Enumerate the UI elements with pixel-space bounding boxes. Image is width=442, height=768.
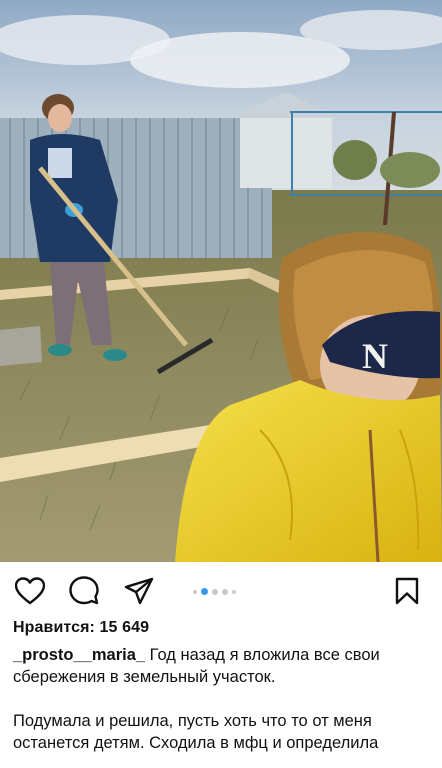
- caption-username[interactable]: _prosto__maria_: [13, 646, 145, 664]
- post-photo[interactable]: N: [0, 0, 442, 562]
- photo-image: N: [0, 0, 442, 562]
- post-caption: _prosto__maria_ Год назад я вложила все …: [13, 644, 429, 754]
- caption-paragraph: Подумала и решила, пусть хоть что то от …: [13, 712, 379, 752]
- comment-icon[interactable]: [69, 576, 99, 606]
- bookmark-icon[interactable]: [392, 576, 422, 606]
- post-action-bar: [0, 562, 442, 616]
- cap-letter: N: [362, 336, 388, 376]
- likes-count[interactable]: Нравится: 15 649: [13, 619, 149, 637]
- carousel-dot: [212, 588, 218, 595]
- carousel-dot: [222, 588, 228, 595]
- carousel-dot-active: [201, 588, 208, 595]
- heart-icon[interactable]: [15, 576, 45, 606]
- carousel-indicator: [193, 588, 236, 595]
- share-icon[interactable]: [124, 576, 154, 606]
- carousel-dot: [232, 589, 236, 594]
- carousel-dot: [193, 589, 197, 594]
